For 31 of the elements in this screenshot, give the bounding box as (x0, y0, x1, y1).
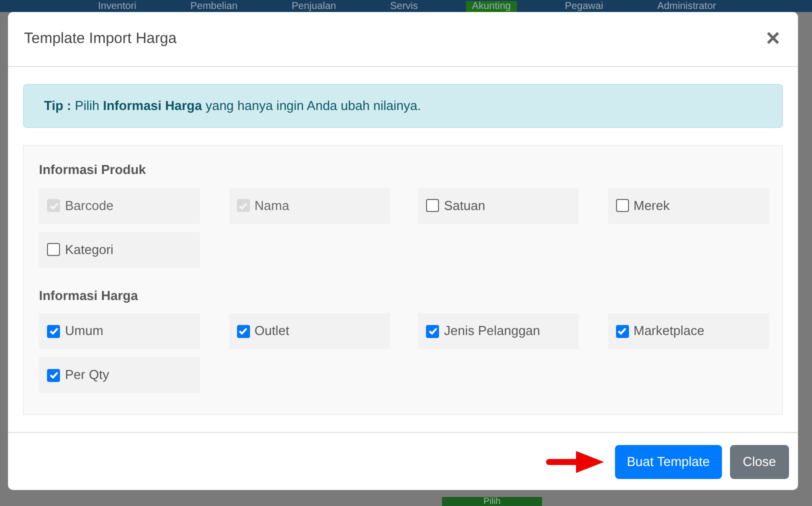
checkbox-option[interactable]: Kategori (39, 232, 200, 268)
checkbox[interactable] (47, 324, 60, 338)
checkbox-option[interactable]: Marketplace (608, 313, 768, 349)
checkbox[interactable] (236, 324, 250, 338)
checkbox[interactable] (47, 368, 60, 382)
checkbox[interactable] (616, 324, 628, 338)
checkbox-option[interactable]: Umum (39, 313, 200, 349)
checkbox[interactable] (616, 199, 628, 212)
checkbox[interactable] (426, 324, 439, 338)
arrow-icon (546, 450, 604, 472)
nav-item[interactable]: Inventori (92, 1, 142, 12)
section-heading: Informasi Produk (39, 161, 147, 179)
nav-item[interactable]: Servis (384, 1, 424, 12)
nav-item[interactable]: Penjualan (286, 1, 342, 12)
nav-item[interactable]: Pembelian (184, 1, 244, 12)
checkbox-option[interactable]: Per Qty (39, 357, 200, 393)
checkbox-option[interactable]: Jenis Pelanggan (418, 313, 579, 349)
nav-item[interactable]: Pegawai (558, 1, 610, 12)
checkbox-option[interactable]: Satuan (418, 188, 579, 224)
create-template-button[interactable]: Buat Template (614, 444, 722, 478)
pilih-button[interactable]: Pilih (442, 497, 542, 506)
checkbox-option[interactable]: Outlet (228, 313, 390, 349)
close-button[interactable]: Close (730, 444, 789, 478)
nav-item[interactable]: Akunting (466, 1, 517, 12)
checkbox-option[interactable]: Merek (608, 188, 768, 224)
tip-alert: Tip : Pilih Informasi Harga yang hanya ingin Anda ubah nilainya. (23, 84, 783, 128)
checkbox[interactable] (426, 199, 439, 212)
modal-title: Template Import Harga (24, 28, 177, 49)
section-heading: Informasi Harga (39, 286, 139, 305)
nav-item[interactable]: Administrator (651, 1, 722, 12)
checkbox[interactable] (47, 243, 60, 256)
